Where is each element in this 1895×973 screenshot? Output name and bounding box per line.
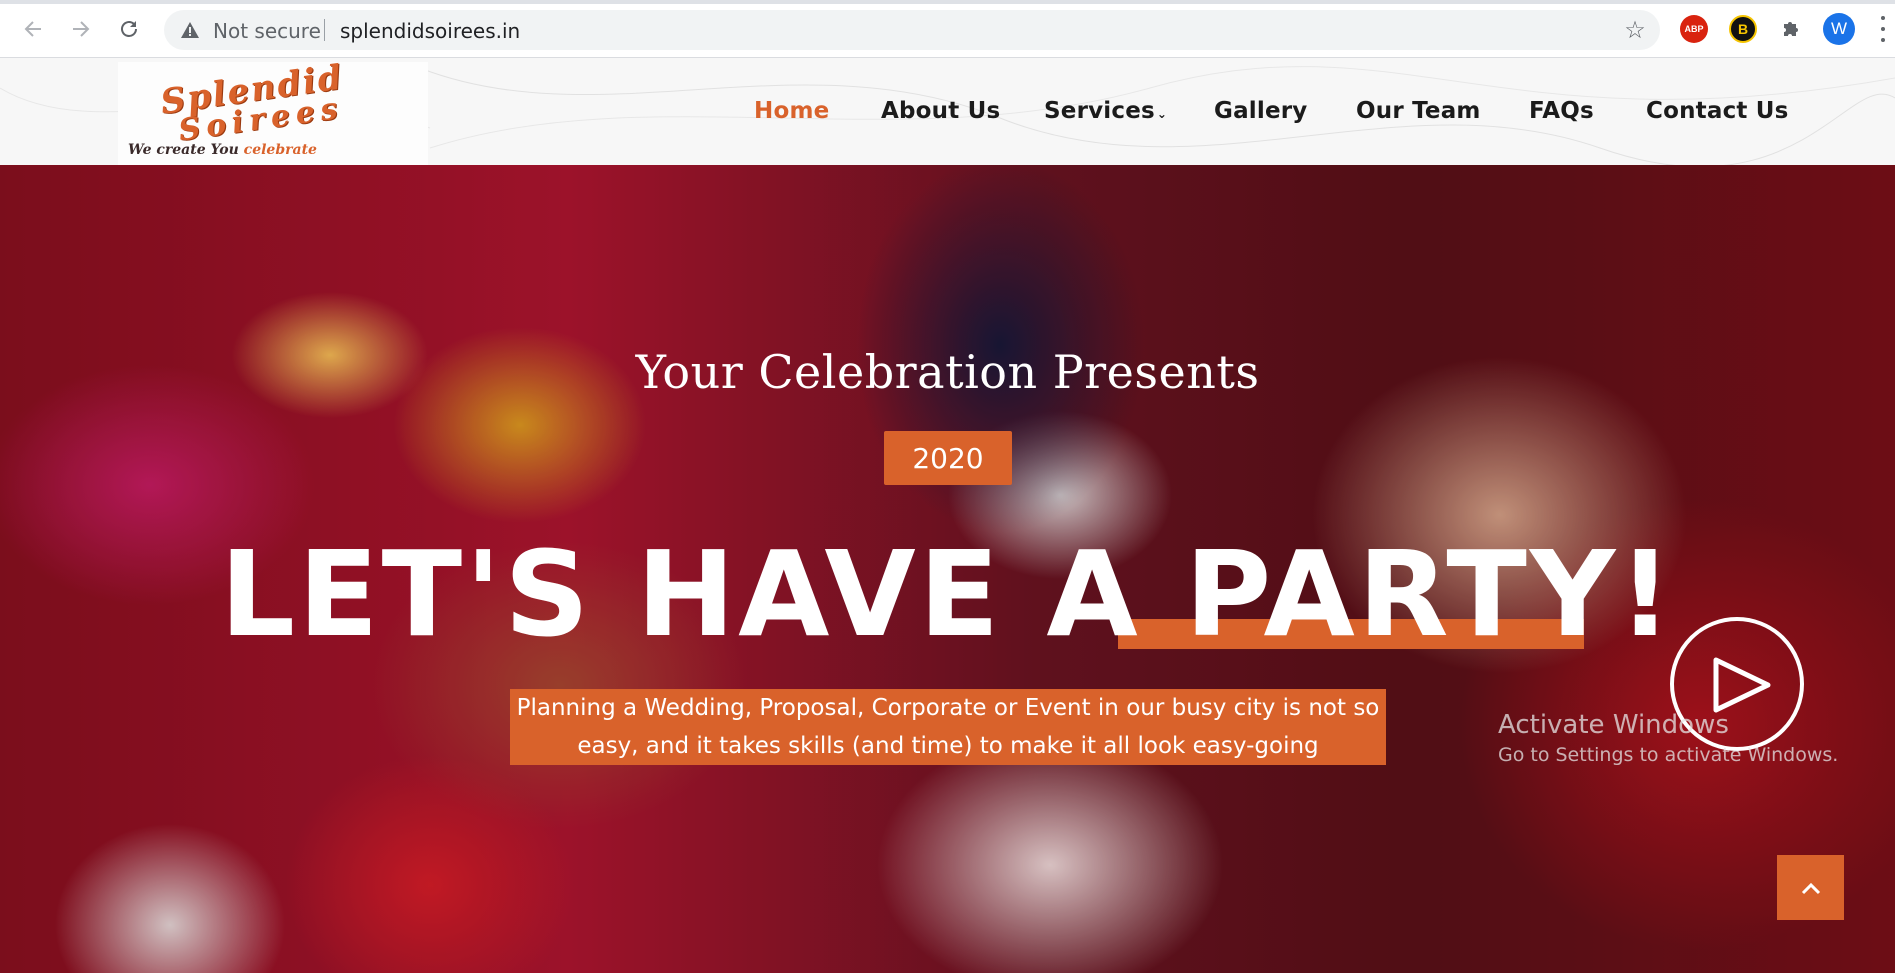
- b-extension-icon[interactable]: B: [1729, 15, 1757, 43]
- forward-icon[interactable]: [66, 14, 96, 44]
- reload-icon[interactable]: [114, 14, 144, 44]
- address-bar[interactable]: Not secure splendidsoirees.in ☆: [164, 10, 1660, 50]
- adblock-extension-icon[interactable]: ABP: [1680, 15, 1708, 43]
- nav-home[interactable]: Home: [754, 98, 829, 124]
- address-divider: [324, 19, 325, 41]
- nav-about-us[interactable]: About Us: [881, 98, 1000, 124]
- nav-services-label: Services: [1044, 98, 1155, 124]
- warning-icon[interactable]: [180, 20, 200, 40]
- watermark-subtitle: Go to Settings to activate Windows.: [1498, 744, 1839, 766]
- nav-our-team[interactable]: Our Team: [1356, 98, 1481, 124]
- main-navigation: Home About Us Services ⌄ Gallery Our Team…: [0, 98, 1895, 128]
- nav-contact-us[interactable]: Contact Us: [1646, 98, 1789, 124]
- windows-activation-watermark: Activate Windows Go to Settings to activ…: [1498, 710, 1838, 766]
- chevron-down-icon: ⌄: [1156, 107, 1168, 121]
- logo-tagline-part1: We create You: [128, 142, 239, 158]
- play-icon: [1713, 657, 1771, 713]
- hero-description-line2: easy, and it takes skills (and time) to …: [577, 733, 1319, 759]
- logo-tagline-part2: celebrate: [243, 142, 317, 158]
- bookmark-star-icon[interactable]: ☆: [1620, 15, 1650, 45]
- tab-strip-edge: [0, 0, 1895, 4]
- security-status[interactable]: Not secure: [213, 19, 321, 43]
- nav-faqs[interactable]: FAQs: [1529, 98, 1594, 124]
- hero-title: LET'S HAVE A PARTY!: [219, 525, 1676, 663]
- browser-menu-icon[interactable]: [1878, 16, 1888, 42]
- profile-avatar[interactable]: W: [1823, 13, 1855, 45]
- url-text[interactable]: splendidsoirees.in: [340, 19, 520, 43]
- browser-toolbar: Not secure splendidsoirees.in ☆ ABP B W: [0, 0, 1895, 58]
- hero-description: Planning a Wedding, Proposal, Corporate …: [510, 689, 1386, 765]
- nav-gallery[interactable]: Gallery: [1214, 98, 1308, 124]
- extensions-puzzle-icon[interactable]: [1777, 15, 1805, 43]
- scroll-to-top-button[interactable]: [1777, 855, 1844, 920]
- back-icon[interactable]: [18, 14, 48, 44]
- logo-tagline: We create You celebrate: [128, 142, 317, 158]
- year-badge: 2020: [884, 431, 1012, 485]
- chevron-up-icon: [1801, 882, 1820, 894]
- watermark-title: Activate Windows: [1498, 710, 1729, 740]
- hero-section: Your Celebration Presents 2020 LET'S HAV…: [0, 165, 1895, 973]
- hero-subtitle: Your Celebration Presents: [635, 345, 1260, 399]
- nav-services[interactable]: Services ⌄: [1044, 98, 1167, 124]
- hero-description-line1: Planning a Wedding, Proposal, Corporate …: [516, 695, 1380, 721]
